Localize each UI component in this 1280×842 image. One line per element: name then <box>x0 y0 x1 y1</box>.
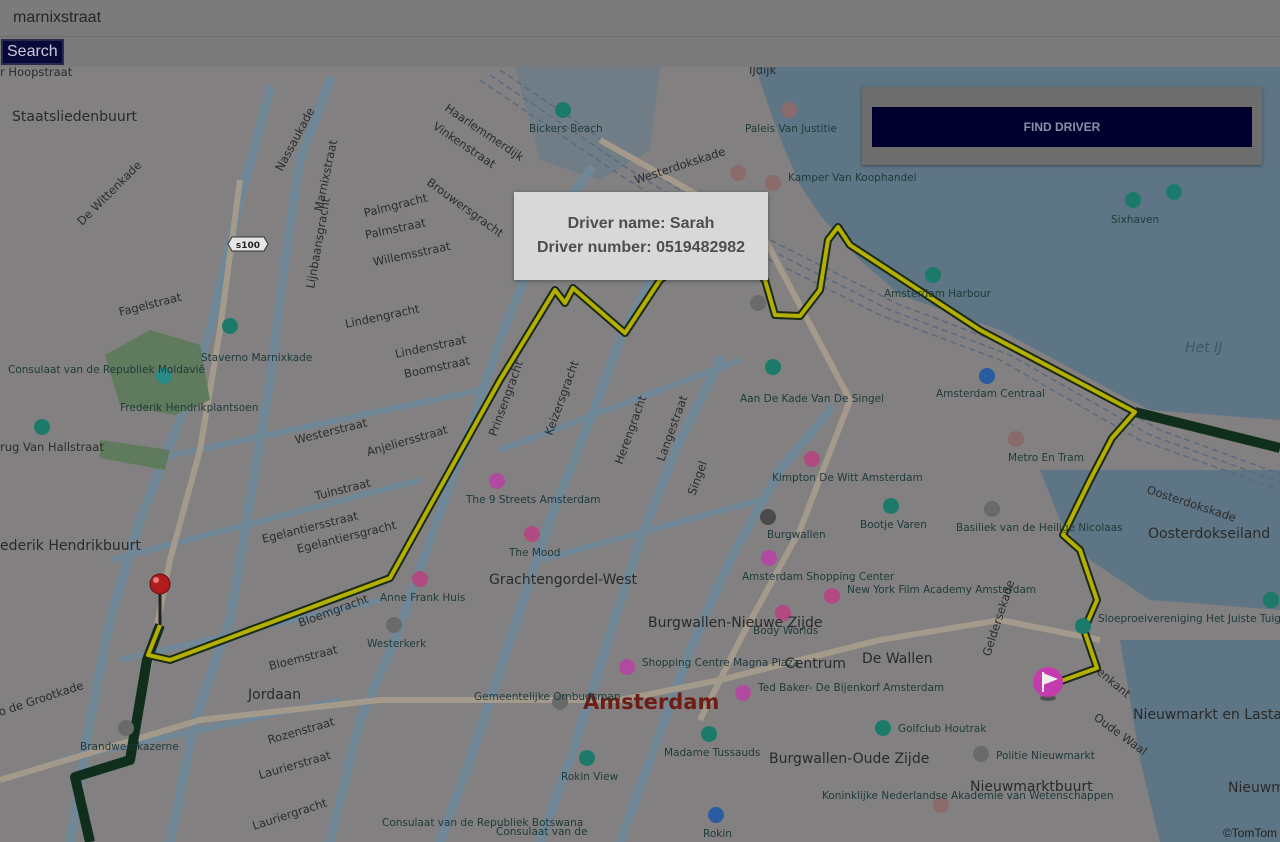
svg-text:Staverno Marnixkade: Staverno Marnixkade <box>201 352 312 364</box>
svg-text:New York Film Academy Amsterda: New York Film Academy Amsterdam <box>847 584 1036 596</box>
street-label: IJdijk <box>749 67 776 77</box>
shop-icon <box>824 588 840 604</box>
district-label: ederik Hendrikbuurt <box>0 538 141 554</box>
camera-icon <box>701 726 717 742</box>
svg-text:Koninklijke Nederlandse Akadem: Koninklijke Nederlandse Akademie van Wet… <box>822 790 1114 802</box>
find-driver-button[interactable]: FIND DRIVER <box>872 107 1252 147</box>
svg-text:Basiliek van de Heilige Nicola: Basiliek van de Heilige Nicolaas <box>956 522 1123 534</box>
museum-icon <box>760 509 776 525</box>
museum-icon <box>730 165 746 181</box>
shop-icon <box>619 659 635 675</box>
driver-panel: FIND DRIVER <box>862 87 1262 165</box>
district-label: Nieuwmarkt en Lastage <box>1133 707 1280 723</box>
svg-text:Amsterdam Centraal: Amsterdam Centraal <box>936 388 1045 400</box>
tree-icon <box>925 267 941 283</box>
street-label: r Hoopstraat <box>0 67 73 79</box>
museum-icon <box>386 617 402 633</box>
museum-icon <box>750 295 766 311</box>
tree-icon <box>1166 184 1182 200</box>
tree-icon <box>34 419 50 435</box>
svg-text:s100: s100 <box>236 241 260 251</box>
svg-text:Gemeentelijke Ombudsman: Gemeentelijke Ombudsman <box>474 691 621 703</box>
svg-text:Bickers Beach: Bickers Beach <box>529 123 603 135</box>
tree-icon <box>1125 192 1141 208</box>
district-label: Jordaan <box>247 687 301 703</box>
shop-icon <box>412 571 428 587</box>
svg-text:Politie Nieuwmarkt: Politie Nieuwmarkt <box>996 750 1095 762</box>
road-shield: s100 <box>227 236 269 252</box>
museum-icon <box>765 175 781 191</box>
svg-text:Sixhaven: Sixhaven <box>1111 214 1159 226</box>
driver-name: Driver name: Sarah <box>567 215 715 232</box>
svg-text:Rokin: Rokin <box>703 828 732 840</box>
museum-icon <box>1008 431 1024 447</box>
tree-icon <box>1075 618 1091 634</box>
tree-icon <box>875 720 891 736</box>
museum-icon <box>118 720 134 736</box>
svg-text:The 9 Streets Amsterdam: The 9 Streets Amsterdam <box>465 494 601 506</box>
shop-icon <box>761 550 777 566</box>
museum-icon <box>984 501 1000 517</box>
street-label: rug Van Hallstraat <box>0 440 104 454</box>
district-label: Staatsliedenbuurt <box>12 109 137 125</box>
map-svg[interactable]: s100 Het IJ Amsterdam Staatsliedenbuurt … <box>0 67 1280 842</box>
svg-text:Amsterdam Shopping Center: Amsterdam Shopping Center <box>742 571 895 583</box>
driver-popup: Driver name: Sarah Driver number: 051948… <box>514 192 768 280</box>
district-label: De Wallen <box>862 651 933 667</box>
svg-text:Metro En Tram: Metro En Tram <box>1008 452 1084 464</box>
svg-text:Amsterdam Harbour: Amsterdam Harbour <box>884 288 992 300</box>
street-label: Kamper Van Koophandel <box>788 172 917 184</box>
svg-text:Consulaat van de: Consulaat van de <box>496 826 588 838</box>
tree-icon <box>883 498 899 514</box>
svg-text:Madame Tussauds: Madame Tussauds <box>664 747 760 759</box>
shop-icon <box>524 526 540 542</box>
svg-text:Kimpton De Witt Amsterdam: Kimpton De Witt Amsterdam <box>772 472 923 484</box>
svg-text:Body Worlds: Body Worlds <box>753 625 818 637</box>
svg-text:Golfclub Houtrak: Golfclub Houtrak <box>898 723 987 735</box>
svg-text:The Mood: The Mood <box>508 547 560 559</box>
district-label: Oosterdokseiland <box>1148 526 1270 542</box>
tree-icon <box>579 750 595 766</box>
svg-text:Shopping Centre Magna Plaza: Shopping Centre Magna Plaza <box>642 657 799 669</box>
tree-icon <box>1263 592 1279 608</box>
search-button[interactable]: Search <box>1 39 64 65</box>
svg-text:Aan De Kade Van De Singel: Aan De Kade Van De Singel <box>740 393 884 405</box>
svg-text:Consulaat van de Republiek Mol: Consulaat van de Republiek Moldavië <box>8 364 205 376</box>
bus-icon <box>708 807 724 823</box>
svg-text:Brandweerkazerne: Brandweerkazerne <box>80 741 179 753</box>
police-icon <box>973 746 989 762</box>
museum-icon <box>781 102 797 118</box>
driver-number: Driver number: 0519482982 <box>536 239 746 256</box>
bus-icon <box>979 368 995 384</box>
water-label: Het IJ <box>1185 340 1222 356</box>
svg-text:Bootje Varen: Bootje Varen <box>860 519 927 531</box>
search-row: Search <box>0 37 1280 67</box>
svg-text:Paleis Van Justitie: Paleis Van Justitie <box>745 123 837 135</box>
svg-text:Burgwallen: Burgwallen <box>767 529 826 541</box>
district-label: Grachtengordel-West <box>489 572 637 588</box>
svg-text:Rokin View: Rokin View <box>561 771 619 783</box>
map-attribution: ©TomTom <box>1222 826 1277 840</box>
district-label: Nieuwm <box>1228 780 1280 796</box>
street-label: Westerkerk <box>367 638 427 650</box>
search-input[interactable] <box>0 0 1270 36</box>
shop-icon <box>489 473 505 489</box>
svg-text:Anne Frank Huis: Anne Frank Huis <box>380 592 465 604</box>
shop-icon <box>804 451 820 467</box>
district-label: Burgwallen-Oude Zijde <box>769 751 929 767</box>
tree-icon <box>222 318 238 334</box>
svg-text:Frederik Hendrikplantsoen: Frederik Hendrikplantsoen <box>120 402 258 414</box>
map-canvas[interactable]: s100 Het IJ Amsterdam Staatsliedenbuurt … <box>0 67 1280 842</box>
search-bar <box>0 0 1280 37</box>
shop-icon <box>735 685 751 701</box>
svg-text:Ted Baker- De Bijenkorf Amster: Ted Baker- De Bijenkorf Amsterdam <box>757 682 944 694</box>
tree-icon <box>765 359 781 375</box>
svg-text:Sloeproeivereniging Het Juiste: Sloeproeivereniging Het Juiste Tuig <box>1098 613 1280 625</box>
tree-icon <box>555 102 571 118</box>
